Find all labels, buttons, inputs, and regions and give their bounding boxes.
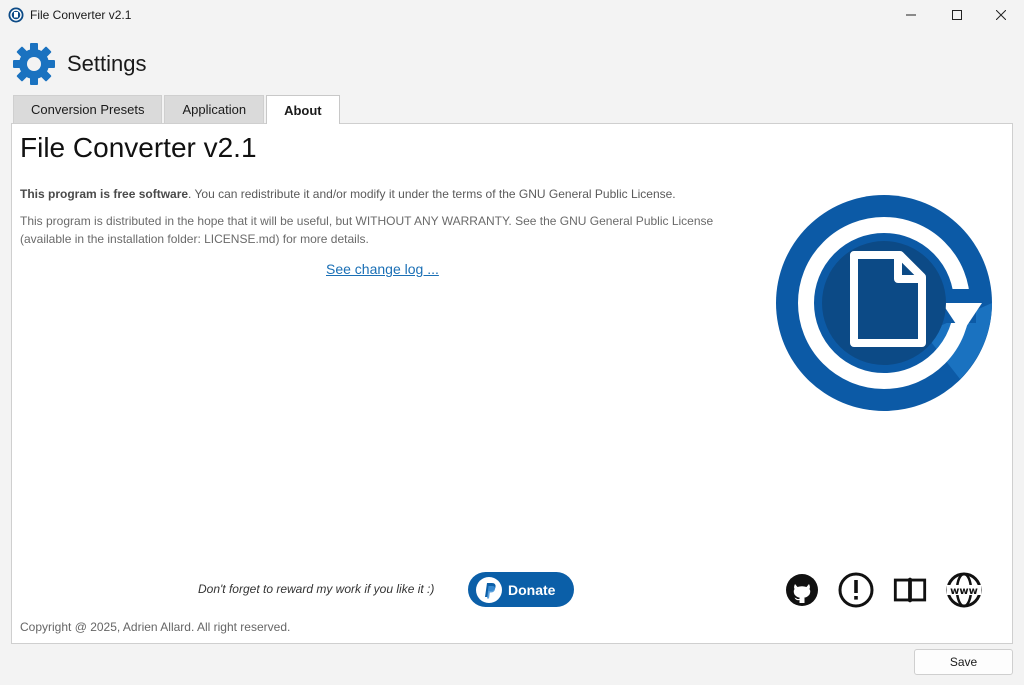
tab-about[interactable]: About — [266, 95, 340, 124]
links-toolbar: www — [784, 572, 1000, 608]
close-icon — [996, 10, 1006, 20]
minimize-icon — [906, 14, 916, 16]
minimize-button[interactable] — [888, 0, 934, 30]
reward-text: Don't forget to reward my work if you li… — [198, 582, 435, 596]
free-software-rest: . You can redistribute it and/or modify … — [188, 187, 676, 201]
report-issue-link[interactable] — [838, 572, 874, 608]
gear-icon — [13, 43, 55, 85]
donate-label: Donate — [508, 581, 556, 598]
warranty-text: This program is distributed in the hope … — [20, 214, 714, 246]
file-converter-logo-icon — [776, 195, 992, 411]
settings-header: Settings — [12, 42, 147, 86]
svg-text:www: www — [950, 586, 978, 597]
github-link[interactable] — [784, 572, 820, 608]
website-link[interactable]: www — [946, 572, 982, 608]
paypal-icon — [476, 576, 502, 603]
about-title: File Converter v2.1 — [20, 132, 257, 163]
settings-tabs: Conversion Presets Application About — [13, 95, 342, 124]
tab-application[interactable]: Application — [164, 95, 265, 123]
app-logo-icon — [8, 7, 24, 23]
donate-button[interactable]: Donate — [468, 572, 574, 607]
page-title: Settings — [67, 51, 147, 76]
maximize-icon — [952, 10, 962, 20]
window-title: File Converter v2.1 — [30, 8, 132, 22]
documentation-link[interactable] — [892, 572, 928, 608]
copyright-text: Copyright @ 2025, Adrien Allard. All rig… — [20, 620, 291, 634]
github-icon — [786, 574, 818, 606]
save-button[interactable]: Save — [914, 649, 1013, 675]
change-log-link[interactable]: See change log ... — [326, 261, 439, 277]
documentation-book-icon — [893, 577, 927, 603]
license-text: This program is free software. You can r… — [20, 187, 740, 201]
maximize-button[interactable] — [934, 0, 980, 30]
about-panel: File Converter v2.1 This program is free… — [11, 123, 1013, 644]
free-software-bold: This program is free software — [20, 187, 189, 201]
website-www-icon: www — [946, 572, 982, 608]
tab-conversion-presets[interactable]: Conversion Presets — [13, 95, 163, 123]
close-button[interactable] — [978, 0, 1024, 30]
title-bar: File Converter v2.1 — [0, 0, 1024, 30]
report-issue-icon — [838, 572, 874, 608]
